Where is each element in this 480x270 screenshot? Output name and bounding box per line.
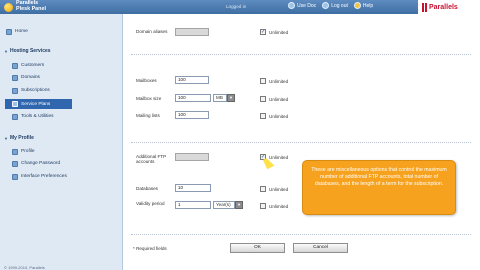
validity-period-unit-select[interactable]: Year(s) — [213, 201, 235, 209]
databases-label: Databases — [136, 186, 158, 191]
unlimited-label: Unlimited — [269, 113, 289, 119]
help-tooltip: These are miscellaneous options that con… — [302, 160, 456, 215]
sidebar-item-label: Customers — [21, 63, 45, 68]
validity-period-label: Validity period — [136, 201, 165, 206]
profile-icon — [12, 148, 18, 155]
sidebar-item-label: Change Password — [21, 161, 61, 166]
sidebar-item-label: Interface Preferences — [21, 174, 67, 179]
validity-period-input[interactable]: 1 — [175, 201, 211, 209]
sidebar-item-label: Service Plans — [21, 101, 51, 107]
service-plans-icon — [12, 101, 18, 107]
unlimited-label: Unlimited — [269, 29, 289, 35]
sidebar-item-label: Tools & Utilities — [21, 114, 54, 119]
plesk-logo-icon — [4, 2, 13, 12]
collapse-icon: ▼ — [4, 48, 8, 54]
header-links: Use Doc Log out Help — [288, 2, 373, 9]
mailing-lists-label: Mailing lists — [136, 113, 160, 118]
unlimited-label: Unlimited — [269, 96, 289, 102]
password-icon — [12, 160, 18, 167]
mailboxes-unlimited[interactable]: Unlimited — [260, 78, 288, 84]
mailbox-size-unlimited[interactable]: Unlimited — [260, 96, 288, 102]
domains-icon — [12, 74, 18, 81]
sidebar-item-domains[interactable]: Domains — [12, 73, 122, 82]
ftp-accounts-input[interactable] — [175, 153, 209, 161]
logout-icon — [322, 2, 330, 9]
sidebar-item-change-password[interactable]: Change Password — [12, 159, 122, 168]
checkbox-icon[interactable] — [260, 78, 266, 84]
ok-button[interactable]: OK — [230, 243, 285, 253]
sidebar-item-profile[interactable]: Profile — [12, 147, 122, 156]
brand-text: Parallels Plesk Panel — [16, 1, 46, 12]
doc-icon — [288, 2, 295, 9]
top-header: Parallels Plesk Panel Logged in Use Doc … — [0, 0, 480, 14]
brand[interactable]: Parallels Plesk Panel — [4, 1, 46, 13]
use-doc-label: Use Doc — [297, 2, 317, 9]
chevron-down-icon[interactable]: ▼ — [227, 94, 235, 102]
section-hosting-services[interactable]: ▼ Hosting Services — [4, 48, 51, 54]
sidebar-item-home[interactable]: Home — [6, 27, 116, 36]
parallels-text: Parallels — [429, 3, 458, 11]
sidebar-item-service-plans[interactable]: Service Plans — [5, 99, 72, 109]
collapse-icon: ▼ — [4, 135, 8, 141]
mailboxes-input[interactable]: 100 — [175, 76, 209, 84]
tools-icon — [12, 113, 18, 120]
log-out-label: Log out — [331, 2, 348, 9]
home-icon — [6, 28, 12, 35]
checkbox-checked-icon[interactable]: ✓ — [260, 29, 266, 35]
required-fields-note: * Required fields — [133, 246, 167, 251]
help-label: Help — [362, 2, 374, 9]
databases-unlimited[interactable]: Unlimited — [260, 186, 288, 192]
help-icon — [353, 2, 361, 9]
customers-icon — [12, 62, 18, 69]
log-out-link[interactable]: Log out — [322, 2, 348, 9]
mailbox-size-label: Mailbox size — [136, 96, 162, 101]
mailing-lists-input[interactable]: 100 — [175, 111, 209, 119]
unlimited-label: Unlimited — [269, 203, 289, 209]
checkbox-icon[interactable] — [260, 186, 266, 192]
help-link[interactable]: Help — [353, 2, 374, 9]
sidebar-item-label: Subscriptions — [21, 88, 50, 93]
divider — [131, 234, 471, 235]
sidebar-item-subscriptions[interactable]: Subscriptions — [12, 86, 122, 95]
section-label: My Profile — [9, 135, 34, 141]
logged-in-user: Logged in — [226, 4, 247, 9]
unlimited-label: Unlimited — [269, 154, 289, 160]
checkbox-icon[interactable] — [260, 203, 266, 209]
copyright: © 1999-2010, Parallels — [4, 265, 45, 270]
section-my-profile[interactable]: ▼ My Profile — [4, 135, 34, 141]
checkbox-icon[interactable] — [260, 113, 266, 119]
domain-aliases-input[interactable] — [175, 28, 209, 36]
subscriptions-icon — [12, 87, 18, 94]
ftp-accounts-label: Additional FTP accounts — [136, 154, 167, 164]
sidebar-item-label: Home — [15, 29, 28, 34]
domain-aliases-unlimited[interactable]: ✓ Unlimited — [260, 29, 288, 35]
validity-period-unlimited[interactable]: Unlimited — [260, 203, 288, 209]
mailbox-size-unit-select[interactable]: MB — [213, 94, 227, 102]
sidebar-item-interface-preferences[interactable]: Interface Preferences — [12, 172, 122, 181]
main-content: Domain aliases ✓ Unlimited Mailboxes 100… — [123, 14, 480, 270]
sidebar-item-label: Profile — [21, 149, 35, 154]
databases-input[interactable]: 10 — [175, 184, 211, 192]
parallels-bars-icon — [422, 2, 427, 12]
mailboxes-label: Mailboxes — [136, 78, 157, 83]
mailbox-size-input[interactable]: 100 — [175, 94, 211, 102]
domain-aliases-label: Domain aliases — [136, 29, 168, 34]
mailing-lists-unlimited[interactable]: Unlimited — [260, 113, 288, 119]
unlimited-label: Unlimited — [269, 78, 289, 84]
chevron-down-icon[interactable]: ▼ — [235, 201, 243, 209]
checkbox-icon[interactable] — [260, 96, 266, 102]
cancel-button[interactable]: Cancel — [293, 243, 348, 253]
sidebar-item-customers[interactable]: Customers — [12, 61, 122, 70]
parallels-logo: Parallels — [418, 0, 480, 14]
sidebar-item-label: Domains — [21, 75, 40, 80]
section-label: Hosting Services — [9, 48, 51, 54]
divider — [131, 142, 471, 143]
divider — [131, 54, 471, 55]
sidebar: Home ▼ Hosting Services Customers Domain… — [0, 14, 123, 270]
use-doc-link[interactable]: Use Doc — [288, 2, 316, 9]
preferences-icon — [12, 173, 18, 180]
unlimited-label: Unlimited — [269, 186, 289, 192]
sidebar-item-tools-utilities[interactable]: Tools & Utilities — [12, 112, 122, 121]
brand-line-2: Plesk Panel — [16, 6, 46, 12]
